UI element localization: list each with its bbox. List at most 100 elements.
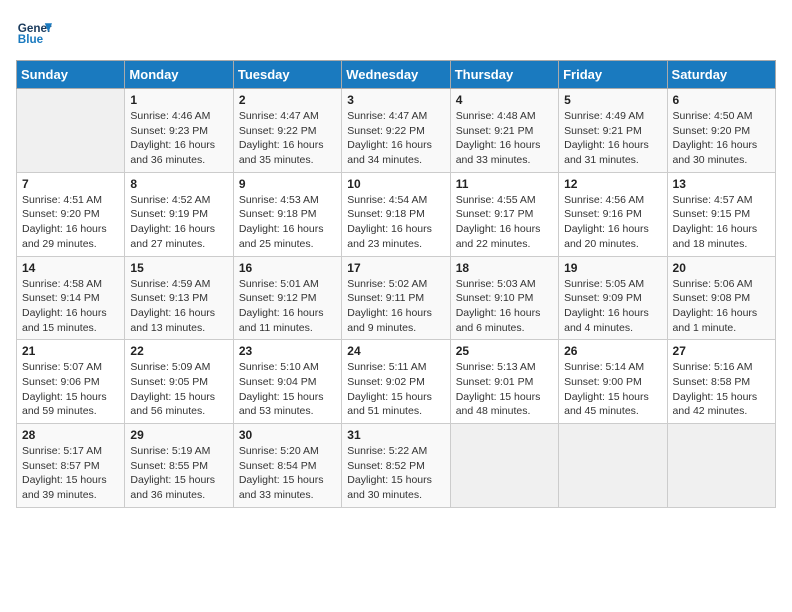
header-cell-friday: Friday — [559, 61, 667, 89]
day-details: Sunrise: 4:48 AMSunset: 9:21 PMDaylight:… — [456, 109, 553, 168]
calendar-week-2: 7 Sunrise: 4:51 AMSunset: 9:20 PMDaylight… — [17, 172, 776, 256]
day-number: 7 — [22, 177, 119, 191]
calendar-cell: 27 Sunrise: 5:16 AMSunset: 8:58 PMDayligh… — [667, 340, 775, 424]
day-details: Sunrise: 5:22 AMSunset: 8:52 PMDaylight:… — [347, 444, 444, 503]
day-details: Sunrise: 4:53 AMSunset: 9:18 PMDaylight:… — [239, 193, 336, 252]
day-details: Sunrise: 4:52 AMSunset: 9:19 PMDaylight:… — [130, 193, 227, 252]
day-number: 29 — [130, 428, 227, 442]
day-number: 31 — [347, 428, 444, 442]
day-number: 30 — [239, 428, 336, 442]
calendar-cell: 28 Sunrise: 5:17 AMSunset: 8:57 PMDayligh… — [17, 424, 125, 508]
day-number: 8 — [130, 177, 227, 191]
calendar-week-5: 28 Sunrise: 5:17 AMSunset: 8:57 PMDayligh… — [17, 424, 776, 508]
calendar-cell: 4 Sunrise: 4:48 AMSunset: 9:21 PMDaylight… — [450, 89, 558, 173]
calendar-cell: 24 Sunrise: 5:11 AMSunset: 9:02 PMDayligh… — [342, 340, 450, 424]
logo: General Blue — [16, 16, 52, 52]
day-number: 21 — [22, 344, 119, 358]
day-details: Sunrise: 4:47 AMSunset: 9:22 PMDaylight:… — [347, 109, 444, 168]
logo-icon: General Blue — [16, 16, 52, 52]
day-number: 13 — [673, 177, 770, 191]
calendar-week-1: 1 Sunrise: 4:46 AMSunset: 9:23 PMDaylight… — [17, 89, 776, 173]
day-number: 2 — [239, 93, 336, 107]
header-cell-wednesday: Wednesday — [342, 61, 450, 89]
day-details: Sunrise: 4:55 AMSunset: 9:17 PMDaylight:… — [456, 193, 553, 252]
day-details: Sunrise: 5:19 AMSunset: 8:55 PMDaylight:… — [130, 444, 227, 503]
calendar-cell: 14 Sunrise: 4:58 AMSunset: 9:14 PMDayligh… — [17, 256, 125, 340]
calendar-week-3: 14 Sunrise: 4:58 AMSunset: 9:14 PMDayligh… — [17, 256, 776, 340]
calendar-cell: 7 Sunrise: 4:51 AMSunset: 9:20 PMDaylight… — [17, 172, 125, 256]
header-cell-saturday: Saturday — [667, 61, 775, 89]
calendar-cell: 1 Sunrise: 4:46 AMSunset: 9:23 PMDaylight… — [125, 89, 233, 173]
calendar-cell: 21 Sunrise: 5:07 AMSunset: 9:06 PMDayligh… — [17, 340, 125, 424]
header-row: SundayMondayTuesdayWednesdayThursdayFrid… — [17, 61, 776, 89]
day-number: 24 — [347, 344, 444, 358]
day-details: Sunrise: 4:51 AMSunset: 9:20 PMDaylight:… — [22, 193, 119, 252]
day-details: Sunrise: 4:49 AMSunset: 9:21 PMDaylight:… — [564, 109, 661, 168]
page-header: General Blue — [16, 16, 776, 52]
calendar-cell: 31 Sunrise: 5:22 AMSunset: 8:52 PMDayligh… — [342, 424, 450, 508]
calendar-cell — [559, 424, 667, 508]
day-details: Sunrise: 5:03 AMSunset: 9:10 PMDaylight:… — [456, 277, 553, 336]
day-details: Sunrise: 4:56 AMSunset: 9:16 PMDaylight:… — [564, 193, 661, 252]
calendar-cell: 16 Sunrise: 5:01 AMSunset: 9:12 PMDayligh… — [233, 256, 341, 340]
calendar-cell: 5 Sunrise: 4:49 AMSunset: 9:21 PMDaylight… — [559, 89, 667, 173]
day-number: 6 — [673, 93, 770, 107]
header-cell-thursday: Thursday — [450, 61, 558, 89]
day-details: Sunrise: 4:58 AMSunset: 9:14 PMDaylight:… — [22, 277, 119, 336]
day-number: 19 — [564, 261, 661, 275]
day-details: Sunrise: 5:05 AMSunset: 9:09 PMDaylight:… — [564, 277, 661, 336]
calendar-cell: 10Sunrise: 4:54 AMSunset: 9:18 PMDayligh… — [342, 172, 450, 256]
calendar-week-4: 21 Sunrise: 5:07 AMSunset: 9:06 PMDayligh… — [17, 340, 776, 424]
day-number: 27 — [673, 344, 770, 358]
day-number: 15 — [130, 261, 227, 275]
day-details: Sunrise: 5:06 AMSunset: 9:08 PMDaylight:… — [673, 277, 770, 336]
calendar-cell: 2 Sunrise: 4:47 AMSunset: 9:22 PMDaylight… — [233, 89, 341, 173]
day-number: 20 — [673, 261, 770, 275]
calendar-cell: 22 Sunrise: 5:09 AMSunset: 9:05 PMDayligh… — [125, 340, 233, 424]
header-cell-tuesday: Tuesday — [233, 61, 341, 89]
day-number: 1 — [130, 93, 227, 107]
calendar-cell — [667, 424, 775, 508]
day-details: Sunrise: 5:16 AMSunset: 8:58 PMDaylight:… — [673, 360, 770, 419]
day-details: Sunrise: 5:11 AMSunset: 9:02 PMDaylight:… — [347, 360, 444, 419]
day-number: 16 — [239, 261, 336, 275]
day-number: 18 — [456, 261, 553, 275]
day-details: Sunrise: 5:10 AMSunset: 9:04 PMDaylight:… — [239, 360, 336, 419]
calendar-cell: 19 Sunrise: 5:05 AMSunset: 9:09 PMDayligh… — [559, 256, 667, 340]
day-number: 3 — [347, 93, 444, 107]
calendar-cell — [450, 424, 558, 508]
day-details: Sunrise: 4:59 AMSunset: 9:13 PMDaylight:… — [130, 277, 227, 336]
header-cell-sunday: Sunday — [17, 61, 125, 89]
calendar-cell: 13 Sunrise: 4:57 AMSunset: 9:15 PMDayligh… — [667, 172, 775, 256]
day-details: Sunrise: 5:07 AMSunset: 9:06 PMDaylight:… — [22, 360, 119, 419]
day-number: 12 — [564, 177, 661, 191]
day-details: Sunrise: 4:54 AMSunset: 9:18 PMDaylight:… — [347, 193, 444, 252]
day-number: 23 — [239, 344, 336, 358]
day-details: Sunrise: 5:20 AMSunset: 8:54 PMDaylight:… — [239, 444, 336, 503]
day-details: Sunrise: 5:17 AMSunset: 8:57 PMDaylight:… — [22, 444, 119, 503]
calendar-cell: 29 Sunrise: 5:19 AMSunset: 8:55 PMDayligh… — [125, 424, 233, 508]
calendar-cell: 26 Sunrise: 5:14 AMSunset: 9:00 PMDayligh… — [559, 340, 667, 424]
calendar-cell: 11Sunrise: 4:55 AMSunset: 9:17 PMDayligh… — [450, 172, 558, 256]
day-details: Sunrise: 4:50 AMSunset: 9:20 PMDaylight:… — [673, 109, 770, 168]
day-number: 22 — [130, 344, 227, 358]
calendar-cell: 3 Sunrise: 4:47 AMSunset: 9:22 PMDaylight… — [342, 89, 450, 173]
day-details: Sunrise: 4:57 AMSunset: 9:15 PMDaylight:… — [673, 193, 770, 252]
day-number: 28 — [22, 428, 119, 442]
day-details: Sunrise: 4:46 AMSunset: 9:23 PMDaylight:… — [130, 109, 227, 168]
calendar-cell: 25Sunrise: 5:13 AMSunset: 9:01 PMDayligh… — [450, 340, 558, 424]
day-details: Sunrise: 5:14 AMSunset: 9:00 PMDaylight:… — [564, 360, 661, 419]
calendar-cell: 9Sunrise: 4:53 AMSunset: 9:18 PMDaylight… — [233, 172, 341, 256]
day-details: Sunrise: 5:13 AMSunset: 9:01 PMDaylight:… — [456, 360, 553, 419]
day-details: Sunrise: 5:01 AMSunset: 9:12 PMDaylight:… — [239, 277, 336, 336]
calendar-cell: 30 Sunrise: 5:20 AMSunset: 8:54 PMDayligh… — [233, 424, 341, 508]
day-number: 4 — [456, 93, 553, 107]
calendar-cell — [17, 89, 125, 173]
calendar-table: SundayMondayTuesdayWednesdayThursdayFrid… — [16, 60, 776, 508]
day-number: 5 — [564, 93, 661, 107]
day-number: 14 — [22, 261, 119, 275]
day-details: Sunrise: 5:09 AMSunset: 9:05 PMDaylight:… — [130, 360, 227, 419]
day-details: Sunrise: 4:47 AMSunset: 9:22 PMDaylight:… — [239, 109, 336, 168]
day-number: 26 — [564, 344, 661, 358]
calendar-cell: 18 Sunrise: 5:03 AMSunset: 9:10 PMDayligh… — [450, 256, 558, 340]
